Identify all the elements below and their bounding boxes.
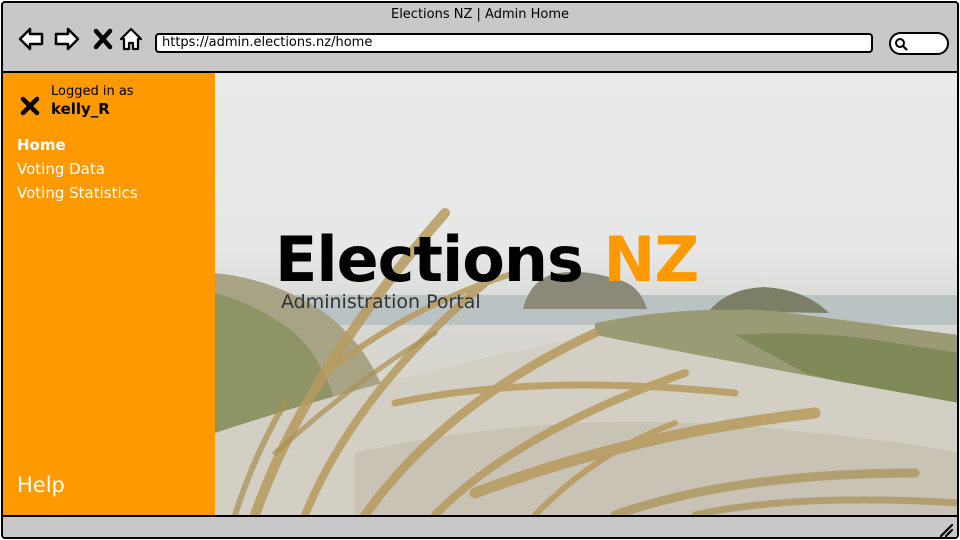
brand-title-main: Elections <box>275 223 604 296</box>
address-bar[interactable]: https://admin.elections.nz/home <box>155 33 873 53</box>
hero-banner: Elections NZ Administration Portal <box>215 73 957 515</box>
sidebar-item-voting-data[interactable]: Voting Data <box>17 157 138 181</box>
logout-x-icon[interactable] <box>19 95 41 117</box>
brand-title-accent: NZ <box>603 223 700 296</box>
browser-window: Elections NZ | Admin Home https://admin.… <box>1 1 959 539</box>
username: kelly_R <box>51 100 110 118</box>
window-title: Elections NZ | Admin Home <box>390 7 569 22</box>
sidebar-menu: Home Voting Data Voting Statistics <box>17 133 138 205</box>
sidebar: Logged in as kelly_R Home Voting Data Vo… <box>3 73 215 515</box>
help-link[interactable]: Help <box>17 473 65 497</box>
back-icon[interactable] <box>17 25 45 53</box>
search-button[interactable] <box>889 32 949 55</box>
brand-title: Elections NZ <box>275 223 700 296</box>
close-icon[interactable] <box>89 25 117 53</box>
resize-grip-icon[interactable] <box>937 521 953 537</box>
sidebar-item-voting-statistics[interactable]: Voting Statistics <box>17 181 138 205</box>
status-bar <box>3 515 957 537</box>
portal-subtitle: Administration Portal <box>281 291 481 313</box>
forward-icon[interactable] <box>53 25 81 53</box>
sidebar-item-home[interactable]: Home <box>17 133 138 157</box>
search-icon <box>895 38 908 51</box>
logged-in-label: Logged in as <box>51 84 134 99</box>
browser-title-bar: Elections NZ | Admin Home https://admin.… <box>3 3 957 73</box>
home-icon[interactable] <box>117 25 145 53</box>
